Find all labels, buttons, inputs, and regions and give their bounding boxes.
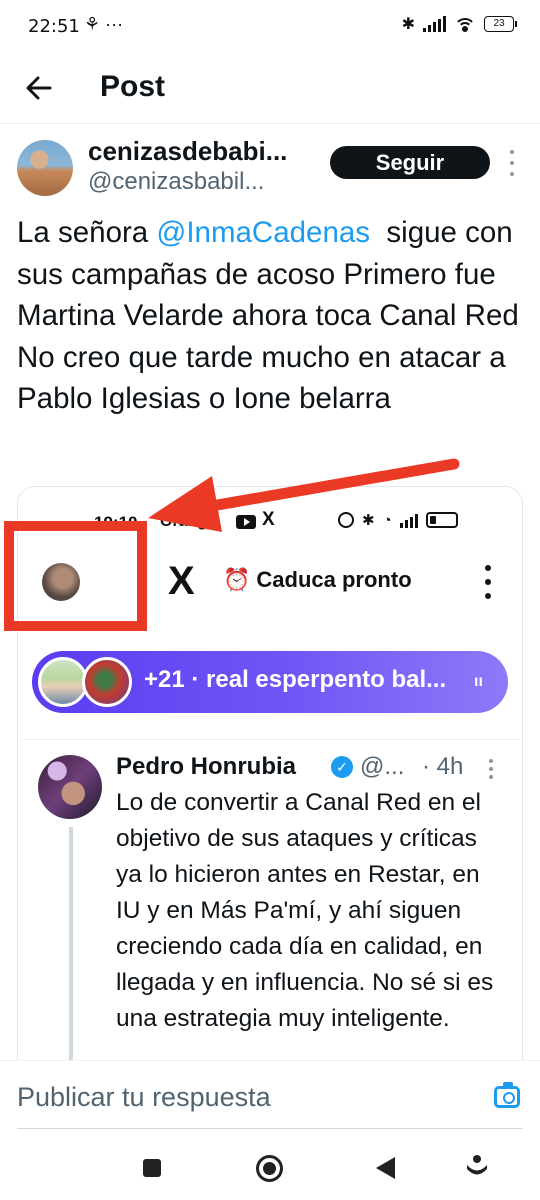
assistant-icon[interactable]: [466, 1154, 488, 1180]
page-title: Post: [100, 70, 166, 103]
red-highlight-box: [4, 521, 147, 631]
status-right-icons: ✱ 23: [401, 14, 517, 34]
quoted-text: Lo de convertir a Canal Red en el objeti…: [116, 789, 494, 1032]
wifi-icon: [454, 16, 476, 32]
tweet-text: La señora @InmaCadenas sigue con sus cam…: [17, 212, 527, 420]
x-logo-icon: X: [168, 559, 195, 603]
divider: [18, 739, 522, 740]
quoted-timestamp: · 4h: [422, 753, 464, 780]
author-avatar[interactable]: [17, 140, 73, 196]
inner-more-icon: [484, 565, 492, 599]
home-button[interactable]: [256, 1155, 283, 1182]
expire-label: Caduca pronto: [256, 567, 412, 592]
alarm-clock-icon: ⏰: [223, 567, 251, 592]
system-back-button[interactable]: [376, 1157, 395, 1179]
back-button[interactable]: [20, 68, 60, 108]
recents-button[interactable]: [143, 1159, 161, 1177]
expire-badge: ⏰ Caduca pronto: [223, 567, 412, 593]
arrow-left-icon: [26, 76, 52, 100]
author-handle[interactable]: @cenizasbabil...: [88, 168, 303, 196]
red-arrow-icon: [148, 458, 460, 532]
page-header: Post: [0, 56, 540, 124]
camera-icon[interactable]: [494, 1082, 520, 1108]
signal-icon: [423, 16, 446, 32]
status-notification-icons: ⚘ ···: [84, 14, 124, 34]
community-avatar-2: [82, 657, 132, 707]
quoted-author-name: Pedro Honrubia: [116, 753, 297, 780]
community-banner: +21 · real esperpento bal... ıı: [32, 651, 508, 713]
mention-link[interactable]: @InmaCadenas: [156, 216, 370, 249]
quoted-more-icon: [488, 759, 494, 779]
follow-button[interactable]: Seguir: [330, 146, 490, 179]
quoted-author-handle: @...: [360, 753, 405, 780]
reply-underline: [17, 1128, 523, 1129]
author-name[interactable]: cenizasdebabi...: [88, 136, 318, 167]
community-avatar-1: [38, 657, 88, 707]
battery-icon: 23: [484, 16, 517, 32]
community-text: +21 · real esperpento bal...: [144, 666, 447, 693]
status-time: 22:51: [28, 16, 80, 37]
quoted-author-avatar: [38, 755, 102, 819]
audio-icon: ıı: [474, 673, 483, 690]
more-options-icon[interactable]: [506, 150, 518, 176]
reply-input[interactable]: Publicar tu respuesta: [17, 1082, 271, 1113]
status-bar: 22:51 ⚘ ··· ✱ 23: [0, 0, 540, 56]
verified-badge-icon: ✓: [331, 756, 353, 778]
tweet-text-start: La señora: [17, 216, 157, 249]
bluetooth-icon: ✱: [401, 16, 415, 33]
system-nav-bar: [0, 1138, 540, 1200]
